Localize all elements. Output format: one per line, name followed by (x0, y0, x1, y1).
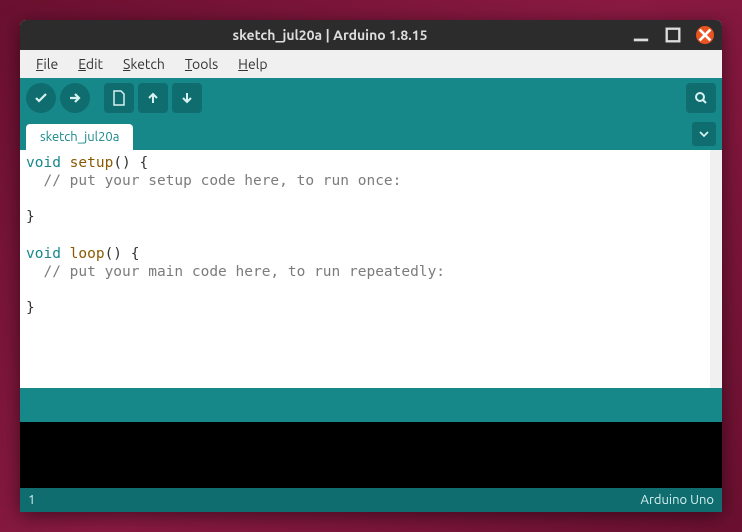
code-line (26, 190, 716, 208)
board-name: Arduino Uno (641, 493, 714, 507)
arrow-right-icon (67, 90, 83, 106)
tabbar: sketch_jul20a (20, 118, 722, 150)
footer: 1 Arduino Uno (20, 488, 722, 512)
code-line: } (26, 299, 716, 317)
menu-tools[interactable]: Tools (177, 53, 226, 75)
menu-file[interactable]: File (28, 53, 66, 75)
maximize-icon (664, 26, 682, 44)
menubar: File Edit Sketch Tools Help (20, 50, 722, 78)
arrow-down-icon (179, 90, 195, 106)
menu-help[interactable]: Help (230, 53, 275, 75)
toolbar (20, 78, 722, 118)
chevron-down-icon (699, 129, 709, 139)
menu-sketch[interactable]: Sketch (115, 53, 173, 75)
console-output[interactable] (20, 422, 722, 488)
code-line: void setup() { (26, 154, 716, 172)
file-new-icon (111, 90, 127, 106)
new-button[interactable] (104, 83, 134, 113)
window-title: sketch_jul20a | Arduino 1.8.15 (28, 27, 632, 43)
close-icon (696, 26, 714, 44)
minimize-button[interactable] (632, 26, 650, 44)
maximize-button[interactable] (664, 26, 682, 44)
code-line (26, 281, 716, 299)
check-icon (33, 90, 49, 106)
serial-monitor-icon (693, 90, 709, 106)
arrow-up-icon (145, 90, 161, 106)
tab-menu-button[interactable] (692, 122, 716, 146)
status-strip (20, 388, 722, 422)
app-window: sketch_jul20a | Arduino 1.8.15 File Edit… (20, 20, 722, 512)
verify-button[interactable] (26, 83, 56, 113)
close-button[interactable] (696, 26, 714, 44)
save-button[interactable] (172, 83, 202, 113)
window-controls (632, 26, 714, 44)
serial-monitor-button[interactable] (686, 83, 716, 113)
code-line: void loop() { (26, 245, 716, 263)
open-button[interactable] (138, 83, 168, 113)
code-line (26, 227, 716, 245)
minimize-icon (632, 26, 650, 44)
editor-scrollbar[interactable] (710, 150, 722, 388)
code-line: // put your setup code here, to run once… (26, 172, 716, 190)
code-line: // put your main code here, to run repea… (26, 263, 716, 281)
menu-edit[interactable]: Edit (70, 53, 111, 75)
line-number: 1 (28, 493, 35, 507)
tab-sketch[interactable]: sketch_jul20a (26, 124, 133, 150)
code-line: } (26, 208, 716, 226)
upload-button[interactable] (60, 83, 90, 113)
code-editor[interactable]: void setup() { // put your setup code he… (20, 150, 722, 388)
titlebar: sketch_jul20a | Arduino 1.8.15 (20, 20, 722, 50)
